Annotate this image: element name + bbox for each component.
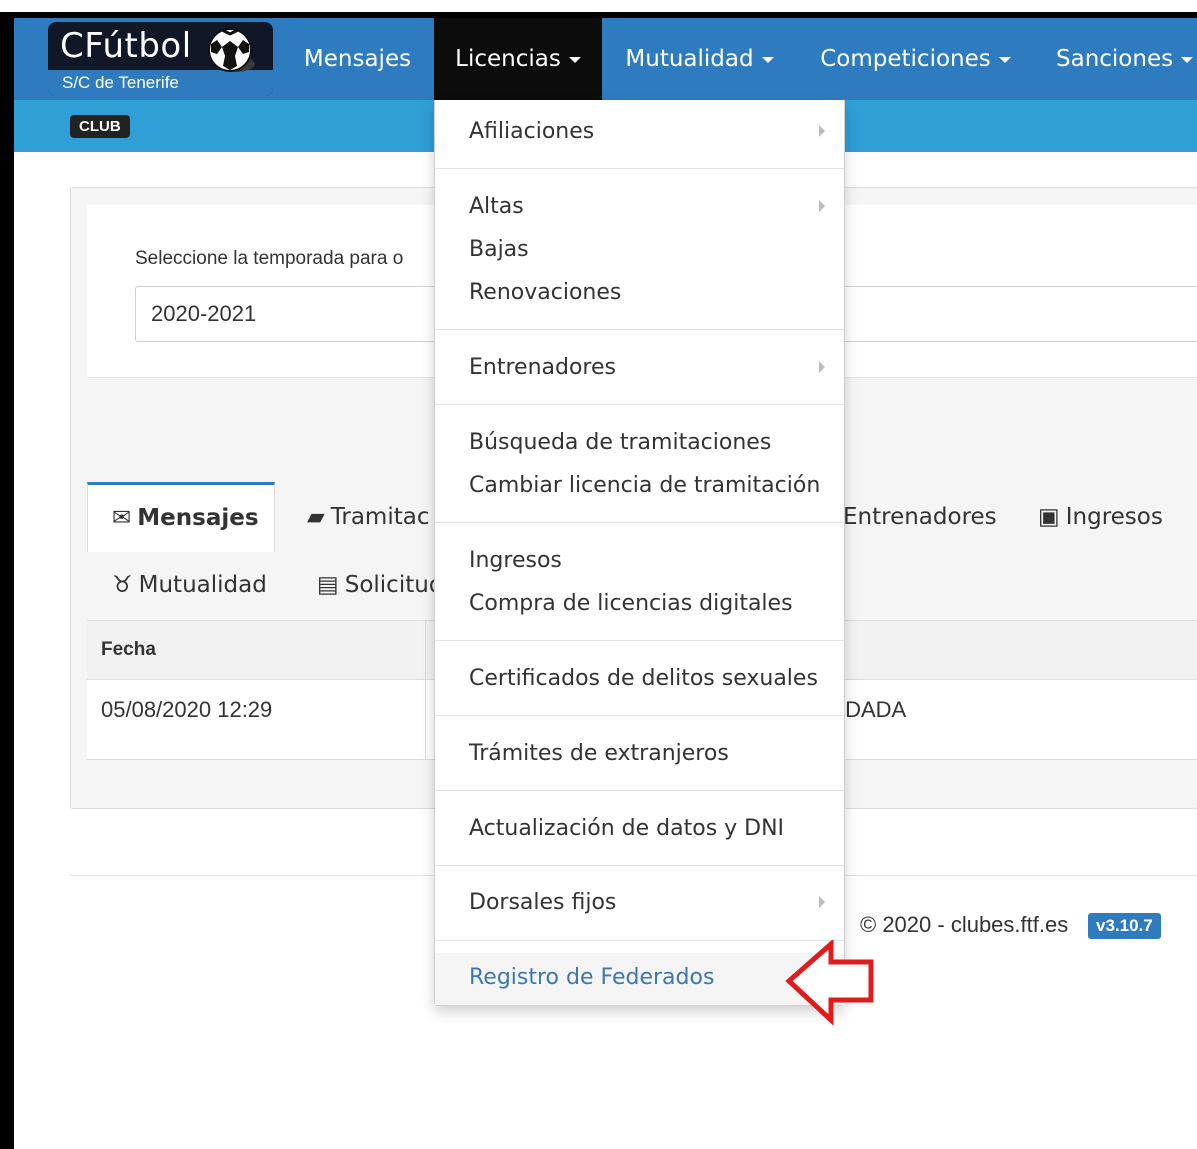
- menu-divider: [435, 790, 844, 791]
- nav-mutualidad-label: Mutualidad: [625, 46, 754, 72]
- brand-subtitle: S/C de Tenerife: [62, 73, 179, 92]
- nav-mensajes[interactable]: Mensajes: [290, 18, 425, 100]
- submenu-arrow-icon: [819, 200, 825, 212]
- caret-down-icon: [998, 56, 1011, 63]
- menu-item-ingresos[interactable]: Ingresos: [469, 548, 562, 573]
- tab-solicitudes[interactable]: ▤ Solicitud: [317, 572, 443, 598]
- tab-entrenadores-label: Entrenadores: [843, 504, 997, 530]
- nav-competiciones-label: Competiciones: [820, 46, 991, 72]
- money-icon: ▣: [1038, 504, 1060, 530]
- menu-item-altas[interactable]: Altas: [469, 194, 524, 219]
- tab-entrenadores[interactable]: Entrenadores: [843, 504, 997, 530]
- table-cell-date: 05/08/2020 12:29: [101, 697, 273, 722]
- footer-copyright: © 2020 - clubes.ftf.es: [860, 912, 1069, 937]
- menu-divider: [435, 865, 844, 866]
- credit-card-icon: ▤: [317, 572, 339, 598]
- tab-solicitudes-label: Solicitud: [344, 572, 444, 598]
- menu-divider: [435, 168, 844, 169]
- menu-divider: [435, 715, 844, 716]
- menu-divider: [435, 940, 844, 941]
- submenu-arrow-icon: [819, 361, 825, 373]
- submenu-arrow-icon: [819, 125, 825, 137]
- menu-item-entrenadores[interactable]: Entrenadores: [469, 355, 616, 380]
- nav-sanciones[interactable]: Sanciones: [1042, 18, 1197, 100]
- tab-mensajes-label: Mensajes: [137, 505, 259, 531]
- nav-competiciones[interactable]: Competiciones: [808, 18, 1023, 100]
- club-badge: CLUB: [70, 115, 130, 138]
- screenshot-border-left: [0, 12, 14, 1149]
- version-badge: v3.10.7: [1088, 913, 1161, 939]
- caret-down-icon: [568, 56, 581, 63]
- tab-tramitaciones-label: Tramitac: [330, 504, 430, 530]
- folder-open-icon: ▰: [307, 504, 325, 530]
- menu-item-registro-federados[interactable]: Registro de Federados: [469, 965, 714, 990]
- nav-mensajes-label: Mensajes: [303, 46, 412, 72]
- menu-item-renovaciones[interactable]: Renovaciones: [469, 280, 621, 305]
- column-header-fecha: Fecha: [101, 639, 156, 660]
- table-cell-state: IDADA: [839, 697, 907, 722]
- menu-item-dorsales-fijos[interactable]: Dorsales fijos: [469, 890, 616, 915]
- tab-tramitaciones[interactable]: ▰ Tramitac: [307, 504, 429, 530]
- submenu-arrow-icon: [819, 896, 825, 908]
- menu-divider: [435, 640, 844, 641]
- stethoscope-icon: ♉: [112, 572, 133, 598]
- nav-mutualidad[interactable]: Mutualidad: [612, 18, 787, 100]
- menu-divider: [435, 522, 844, 523]
- brand-title: CFútbol: [60, 26, 192, 66]
- nav-sanciones-label: Sanciones: [1056, 46, 1174, 72]
- tab-ingresos-label: Ingresos: [1065, 504, 1163, 530]
- menu-item-certificados[interactable]: Certificados de delitos sexuales: [469, 666, 818, 691]
- menu-item-busqueda-tramitaciones[interactable]: Búsqueda de tramitaciones: [469, 430, 771, 455]
- column-divider: [425, 621, 426, 759]
- tab-mensajes[interactable]: ✉ Mensajes: [87, 482, 275, 552]
- menu-item-tramites-extranjeros[interactable]: Trámites de extranjeros: [469, 741, 729, 766]
- envelope-icon: ✉: [112, 505, 132, 531]
- nav-licencias[interactable]: Licencias: [434, 18, 602, 100]
- tab-mutualidad[interactable]: ♉ Mutualidad: [112, 572, 267, 598]
- menu-divider: [435, 329, 844, 330]
- screenshot-margin: [0, 0, 1197, 12]
- caret-down-icon: [761, 56, 774, 63]
- caret-down-icon: [1181, 56, 1194, 63]
- licencias-dropdown-menu: Afiliaciones Altas Bajas Renovaciones En…: [434, 100, 845, 1006]
- menu-item-actualizacion-datos[interactable]: Actualización de datos y DNI: [469, 816, 784, 841]
- soccer-ball-icon: [208, 28, 255, 72]
- menu-item-bajas[interactable]: Bajas: [469, 237, 529, 262]
- menu-item-afiliaciones[interactable]: Afiliaciones: [469, 119, 594, 144]
- tab-ingresos[interactable]: ▣ Ingresos: [1038, 504, 1163, 530]
- annotation-arrow-icon: [785, 940, 874, 1026]
- menu-divider: [435, 404, 844, 405]
- tab-mutualidad-label: Mutualidad: [138, 572, 267, 598]
- nav-licencias-label: Licencias: [455, 46, 561, 72]
- menu-item-cambiar-licencia[interactable]: Cambiar licencia de tramitación: [469, 473, 820, 498]
- season-select-value: 2020-2021: [151, 301, 257, 326]
- season-label: Seleccione la temporada para o: [135, 248, 404, 269]
- menu-item-compra-licencias[interactable]: Compra de licencias digitales: [469, 591, 793, 616]
